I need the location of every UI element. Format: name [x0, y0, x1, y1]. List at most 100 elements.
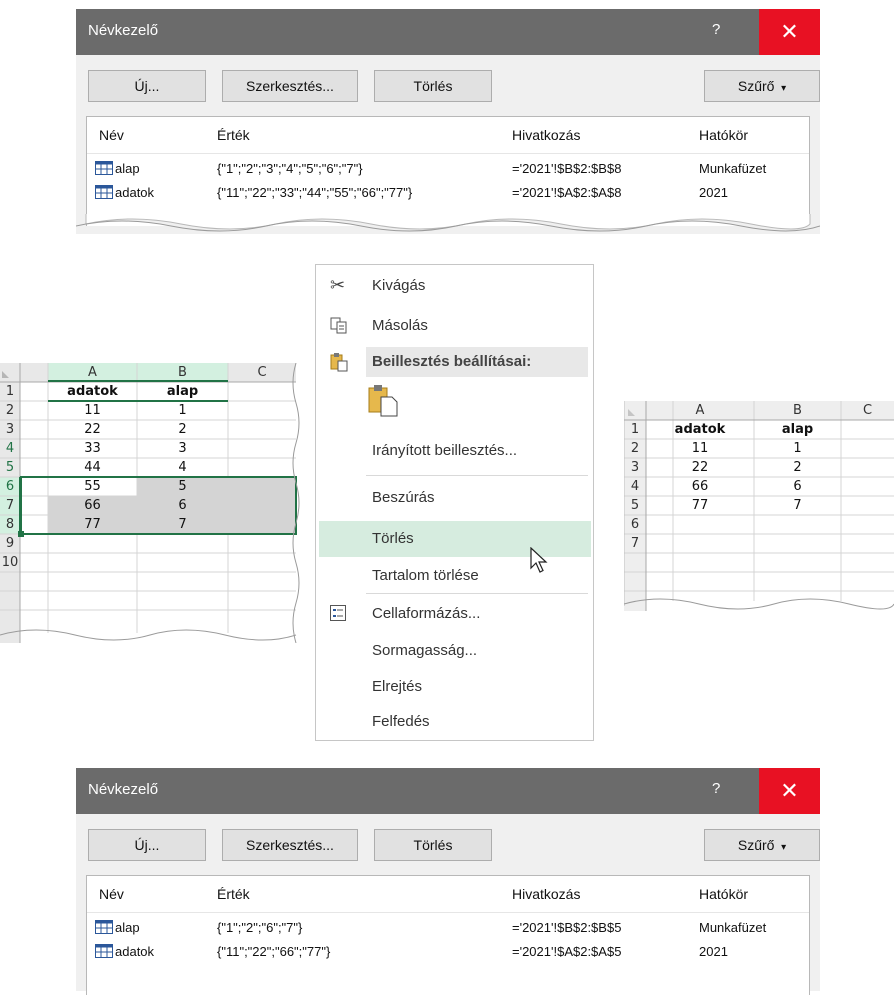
column-header-value[interactable]: Érték	[217, 886, 250, 902]
new-button[interactable]: Új...	[88, 70, 206, 102]
cell[interactable]	[137, 553, 228, 572]
cell[interactable]: 11	[646, 439, 754, 458]
cell[interactable]: 22	[646, 458, 754, 477]
cell[interactable]	[754, 515, 841, 534]
cell[interactable]: 77	[646, 496, 754, 515]
cell[interactable]: 77	[48, 515, 137, 534]
edit-button[interactable]: Szerkesztés...	[222, 829, 358, 861]
row-header[interactable]: 5	[624, 496, 646, 515]
row-header[interactable]: 1	[0, 382, 20, 401]
row-header[interactable]: 3	[624, 458, 646, 477]
cell[interactable]: 6	[754, 477, 841, 496]
cell[interactable]: 1	[754, 439, 841, 458]
cell[interactable]: 4	[137, 458, 228, 477]
row-header[interactable]: 6	[624, 515, 646, 534]
row-header[interactable]: 3	[0, 420, 20, 439]
paste-button[interactable]	[368, 383, 402, 421]
close-button[interactable]: ✕	[759, 9, 820, 55]
new-button[interactable]: Új...	[88, 829, 206, 861]
cell[interactable]: alap	[137, 382, 228, 401]
menu-item-unhide[interactable]: Felfedés	[316, 705, 593, 739]
column-header[interactable]: B	[137, 363, 228, 382]
menu-item-insert[interactable]: Beszúrás	[316, 479, 593, 519]
cell[interactable]: 66	[646, 477, 754, 496]
menu-item-copy[interactable]: Másolás	[316, 307, 593, 345]
filter-button[interactable]: Szűrő ▾	[704, 829, 820, 861]
cell[interactable]: 6	[137, 496, 228, 515]
cell[interactable]: 2	[754, 458, 841, 477]
column-header[interactable]: C	[228, 363, 296, 382]
row-header[interactable]: 8	[0, 515, 20, 534]
row-header[interactable]: 5	[0, 458, 20, 477]
menu-item-hide[interactable]: Elrejtés	[316, 669, 593, 705]
name-cell: alap	[115, 161, 140, 176]
names-list[interactable]: Név Érték Hivatkozás Hatókör alap {"1";"…	[86, 116, 810, 226]
column-header[interactable]: C	[841, 401, 894, 420]
close-icon: ✕	[780, 19, 799, 44]
cell[interactable]: adatok	[48, 382, 137, 401]
close-button[interactable]: ✕	[759, 768, 820, 814]
cell[interactable]: 22	[48, 420, 137, 439]
filter-button[interactable]: Szűrő ▾	[704, 70, 820, 102]
cell[interactable]: 44	[48, 458, 137, 477]
cell[interactable]: 66	[48, 496, 137, 515]
cell[interactable]	[48, 534, 137, 553]
menu-item-delete[interactable]: Törlés	[319, 521, 591, 557]
column-header-value[interactable]: Érték	[217, 127, 250, 143]
row-header[interactable]: 6	[0, 477, 20, 496]
cell[interactable]	[754, 534, 841, 553]
cell[interactable]: 11	[48, 401, 137, 420]
column-header[interactable]: A	[646, 401, 754, 420]
row-header[interactable]: 2	[624, 439, 646, 458]
column-header-scope[interactable]: Hatókör	[699, 127, 748, 143]
column-header[interactable]: A	[48, 363, 137, 382]
menu-item-paste-special[interactable]: Irányított beillesztés...	[316, 431, 593, 471]
row-header[interactable]: 9	[0, 534, 20, 553]
cell[interactable]	[646, 534, 754, 553]
cell[interactable]	[48, 553, 137, 572]
menu-item-label: Törlés	[372, 530, 414, 547]
cell[interactable]: 5	[137, 477, 228, 496]
row-header[interactable]: 10	[0, 553, 20, 572]
column-header-reference[interactable]: Hivatkozás	[512, 886, 580, 902]
row-header[interactable]: 4	[624, 477, 646, 496]
menu-item-label: Tartalom törlése	[372, 567, 479, 584]
scope-cell: Munkafüzet	[699, 161, 767, 176]
names-list[interactable]: Név Érték Hivatkozás Hatókör alap {"1";"…	[86, 875, 810, 995]
cell[interactable]: adatok	[646, 420, 754, 439]
cell[interactable]: alap	[754, 420, 841, 439]
row-header[interactable]: 1	[624, 420, 646, 439]
delete-button[interactable]: Törlés	[374, 829, 492, 861]
cell[interactable]: 7	[754, 496, 841, 515]
dialog-title: Névkezelő	[88, 22, 159, 39]
row-header[interactable]: 7	[0, 496, 20, 515]
menu-item-row-height[interactable]: Sormagasság...	[316, 633, 593, 669]
edit-button[interactable]: Szerkesztés...	[222, 70, 358, 102]
help-button[interactable]: ?	[712, 780, 720, 797]
cell[interactable]: 3	[137, 439, 228, 458]
paste-options-header: Beillesztés beállításai:	[316, 345, 593, 379]
column-header-reference[interactable]: Hivatkozás	[512, 127, 580, 143]
row-header[interactable]: 2	[0, 401, 20, 420]
column-header-scope[interactable]: Hatókör	[699, 886, 748, 902]
delete-button[interactable]: Törlés	[374, 70, 492, 102]
scope-cell: 2021	[699, 185, 728, 200]
chevron-down-icon: ▾	[778, 83, 787, 94]
cell[interactable]: 7	[137, 515, 228, 534]
row-header[interactable]: 4	[0, 439, 20, 458]
menu-item-clear-contents[interactable]: Tartalom törlése	[316, 557, 593, 595]
column-header-name[interactable]: Név	[99, 127, 124, 143]
torn-edge	[76, 214, 820, 232]
cell[interactable]: 33	[48, 439, 137, 458]
menu-item-cut[interactable]: ✂ Kivágás	[316, 267, 593, 305]
cell[interactable]: 1	[137, 401, 228, 420]
cell[interactable]	[137, 534, 228, 553]
row-header[interactable]: 7	[624, 534, 646, 553]
help-button[interactable]: ?	[712, 21, 720, 38]
menu-item-format-cells[interactable]: Cellaformázás...	[316, 595, 593, 633]
column-header-name[interactable]: Név	[99, 886, 124, 902]
column-header[interactable]: B	[754, 401, 841, 420]
cell[interactable]: 2	[137, 420, 228, 439]
cell[interactable]: 55	[48, 477, 137, 496]
cell[interactable]	[646, 515, 754, 534]
